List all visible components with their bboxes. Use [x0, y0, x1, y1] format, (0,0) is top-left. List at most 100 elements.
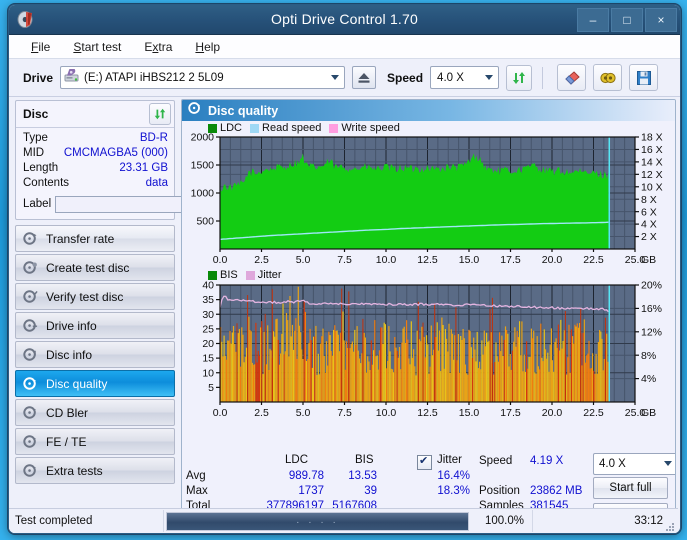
disc-row-length-key: Length — [23, 161, 58, 176]
stats-row-avg-ldc: 989.78 — [252, 470, 324, 482]
speed-select[interactable]: 4.0 X — [430, 66, 499, 89]
screenshot-root: Opti Drive Control 1.70 – □ × File Start… — [0, 0, 687, 540]
stats-col-bis: BIS — [355, 454, 374, 466]
disc-row-mid: MID CMCMAGBA5 (000) — [23, 146, 168, 161]
svg-text:2.5: 2.5 — [254, 407, 269, 419]
minimize-button[interactable]: – — [577, 8, 609, 32]
svg-text:5.0: 5.0 — [296, 407, 311, 419]
stats-row-avg-bis: 13.53 — [327, 470, 377, 482]
disc-test-icon — [23, 231, 41, 246]
chevron-down-icon[interactable] — [331, 75, 339, 80]
eject-button[interactable] — [352, 66, 376, 89]
chart-ldc: LDC Read speed Write speed 500 1000 1500 20… — [182, 121, 675, 267]
test-speed-select[interactable]: 4.0 X — [593, 453, 676, 475]
svg-text:20.0: 20.0 — [542, 254, 563, 266]
svg-text:0.0: 0.0 — [213, 254, 228, 266]
elapsed-time: 33:12 — [533, 510, 673, 532]
sidebar-item-fe-te[interactable]: FE / TE — [15, 428, 175, 455]
menu-extra-label: tra — [158, 40, 172, 54]
svg-text:20: 20 — [202, 338, 214, 350]
legend-swatch-jitter — [246, 271, 255, 280]
svg-text:10.0: 10.0 — [376, 254, 397, 266]
svg-text:12%: 12% — [641, 326, 662, 338]
main-body: Disc Type BD-R — [9, 97, 680, 534]
sidebar-item-label: Extra tests — [46, 464, 103, 478]
save-button[interactable] — [629, 64, 658, 91]
svg-text:0.0: 0.0 — [213, 407, 228, 419]
menu-extra[interactable]: Extra — [142, 39, 174, 55]
menu-help[interactable]: Help — [193, 39, 222, 55]
menu-file-label: ile — [38, 40, 50, 54]
nav-list: Transfer rate Create test disc Verify te… — [15, 225, 175, 484]
disc-refresh-button[interactable] — [149, 103, 171, 125]
legend-label: LDC — [220, 122, 242, 134]
svg-text:18 X: 18 X — [641, 132, 663, 144]
svg-text:1000: 1000 — [191, 188, 215, 200]
svg-text:10: 10 — [202, 367, 214, 379]
disc-row-type-key: Type — [23, 131, 48, 146]
legend-label: Write speed — [341, 122, 400, 134]
chart-bis-legend: BIS Jitter — [208, 269, 286, 281]
stats-row-max-bis: 39 — [327, 485, 377, 497]
disc-quality-icon — [188, 101, 202, 120]
sidebar-item-verify-test-disc[interactable]: Verify test disc — [15, 283, 175, 310]
disc-test-icon — [23, 260, 41, 275]
pane-header: Disc quality — [182, 100, 675, 121]
svg-text:40: 40 — [202, 280, 214, 292]
maximize-button[interactable]: □ — [611, 8, 643, 32]
svg-text:7.5: 7.5 — [337, 254, 352, 266]
sidebar-item-drive-info[interactable]: Drive info — [15, 312, 175, 339]
sidebar-item-label: Transfer rate — [46, 232, 114, 246]
menu-file[interactable]: File — [29, 39, 52, 55]
stats-row-max-jitter: 18.3% — [414, 485, 470, 497]
chevron-down-icon[interactable] — [664, 461, 672, 466]
speed-stat-value: 4.19 X — [530, 455, 580, 467]
jitter-checkbox[interactable] — [417, 455, 432, 470]
disc-panel-title: Disc — [23, 107, 48, 121]
menu-start-test[interactable]: Start test — [71, 39, 123, 55]
settings-button[interactable] — [593, 64, 622, 91]
drive-select[interactable]: (E:) ATAPI iHBS212 2 5L09 — [60, 66, 345, 89]
svg-text:500: 500 — [196, 216, 214, 228]
sidebar-item-cd-bler[interactable]: CD Bler — [15, 399, 175, 426]
svg-text:22.5: 22.5 — [583, 254, 604, 266]
sidebar-item-disc-info[interactable]: Disc info — [15, 341, 175, 368]
chart-ldc-legend: LDC Read speed Write speed — [208, 122, 404, 134]
svg-text:1500: 1500 — [191, 160, 215, 172]
disc-row-type-value: BD-R — [140, 131, 168, 146]
legend-write-speed: Write speed — [329, 122, 400, 134]
application-window: Opti Drive Control 1.70 – □ × File Start… — [8, 4, 681, 534]
legend-jitter: Jitter — [246, 269, 282, 281]
progress-bar: · · · · — [166, 512, 469, 531]
svg-text:2.5: 2.5 — [254, 254, 269, 266]
resize-grip-icon[interactable] — [664, 519, 675, 530]
svg-text:15.0: 15.0 — [459, 407, 480, 419]
disc-info-panel: Disc Type BD-R — [15, 100, 175, 220]
sidebar-item-label: CD Bler — [46, 406, 88, 420]
progress-percent: 100.0% — [471, 510, 533, 532]
disc-row-contents-value: data — [146, 176, 168, 191]
chevron-down-icon[interactable] — [485, 75, 493, 80]
svg-text:17.5: 17.5 — [500, 254, 521, 266]
sidebar-item-extra-tests[interactable]: Extra tests — [15, 457, 175, 484]
jitter-label: Jitter — [437, 454, 462, 466]
test-speed-value: 4.0 X — [599, 458, 626, 470]
refresh-button[interactable] — [506, 65, 532, 91]
stats-row-max-ldc: 1737 — [252, 485, 324, 497]
svg-text:7.5: 7.5 — [337, 407, 352, 419]
svg-text:2 X: 2 X — [641, 231, 657, 243]
sidebar-item-transfer-rate[interactable]: Transfer rate — [15, 225, 175, 252]
eraser-button[interactable] — [557, 64, 586, 91]
svg-text:12.5: 12.5 — [417, 407, 438, 419]
disc-quality-pane: Disc quality LDC Read speed — [181, 99, 676, 531]
sidebar-item-disc-quality[interactable]: Disc quality — [15, 370, 175, 397]
start-full-button[interactable]: Start full — [593, 477, 668, 499]
svg-text:5: 5 — [208, 382, 214, 394]
sidebar-item-label: Disc info — [46, 348, 92, 362]
drive-label: Drive — [23, 71, 53, 85]
stats-row-avg-label: Avg — [186, 470, 206, 482]
disc-test-icon — [23, 405, 41, 420]
disc-row-mid-key: MID — [23, 146, 44, 161]
close-button[interactable]: × — [645, 8, 677, 32]
sidebar-item-create-test-disc[interactable]: Create test disc — [15, 254, 175, 281]
